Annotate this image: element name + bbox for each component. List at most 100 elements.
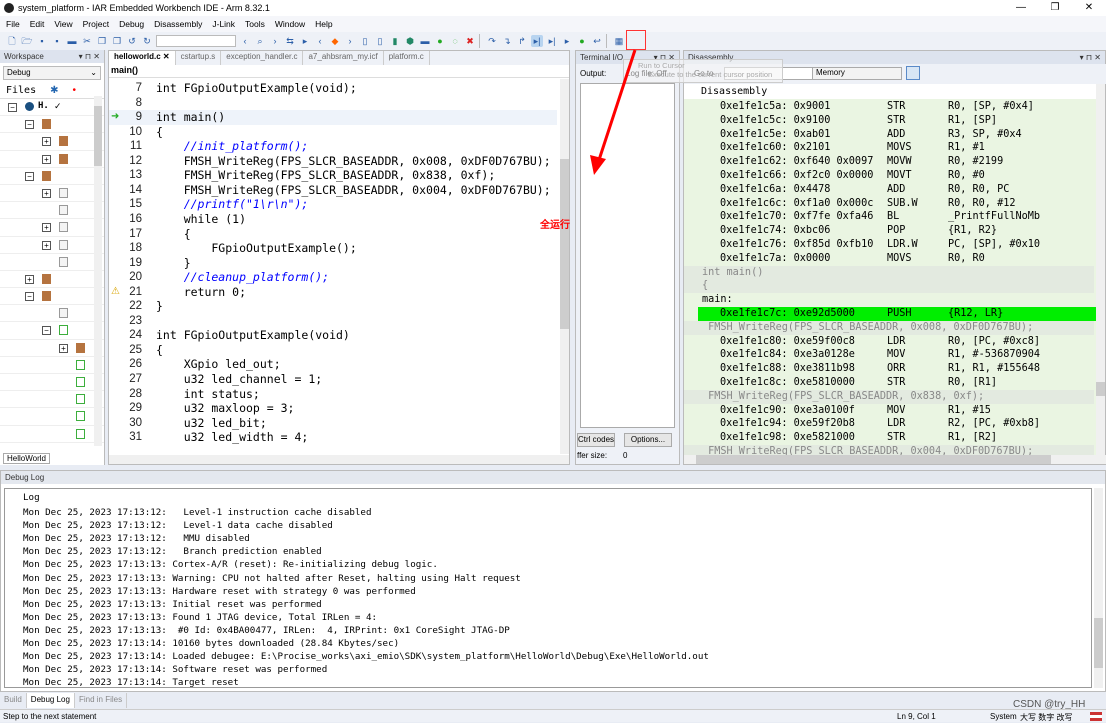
source-line[interactable]: { [684,279,1094,294]
expand-icon[interactable]: + [42,137,51,147]
code-line[interactable]: 26 XGpio led_out; [109,357,557,372]
step-out-icon[interactable]: ↱ [516,35,528,47]
stop-debug-icon[interactable]: ✖ [464,35,476,47]
go-icon[interactable]: ● [576,35,588,47]
tree-item[interactable] [0,254,104,271]
tree-item[interactable] [0,357,104,374]
expand-icon[interactable]: + [42,240,51,250]
config-select[interactable]: Debug ⌄ [3,66,101,80]
tree-item[interactable]: − [0,288,104,306]
tree-item[interactable] [0,202,104,220]
disasm-rows[interactable]: 0xe1fe1c5a: 0x9001 STR R0, [SP, #0x4] 0xe1f… [684,100,1097,455]
tree-item[interactable]: − [0,168,104,185]
code-line[interactable]: 21 return 0; ⚠ [109,285,557,300]
disasm-row[interactable]: 0xe1fe1c88: 0xe3811b98 ORR R1, R1, #155648 [684,362,1094,376]
step-over-icon[interactable]: ↷ [486,35,498,47]
ctrl-codes-button[interactable]: Ctrl codes [577,433,615,447]
tree-scrollbar[interactable] [94,96,102,446]
maximize-button[interactable]: ❐ [1038,0,1072,16]
step-instr-icon[interactable]: ▸| [546,35,558,47]
tree-item[interactable]: + [0,151,104,168]
collapse-icon[interactable]: − [25,171,34,181]
editor-hscrollbar[interactable] [109,455,569,464]
open-icon[interactable]: 🗁 [21,35,33,47]
disasm-row[interactable]: 0xe1fe1c62: 0xf640 0x0097 MOVW R0, #2199 [684,155,1094,169]
compile-icon[interactable]: ▮ [389,35,401,47]
close-tab-icon[interactable]: ✕ [161,52,170,61]
code-line[interactable]: 9 int main() ➜ [109,110,557,125]
disasm-row[interactable]: 0xe1fe1c74: 0xbc06 POP {R1, R2} [684,224,1094,238]
break-icon[interactable]: ↩ [591,35,603,47]
panel-controls-icon[interactable]: ▾ ⊓ ✕ [1080,53,1101,62]
disasm-options-icon[interactable] [906,66,920,80]
bookmark-icon[interactable]: ▸ [299,35,311,47]
code-line[interactable]: 11 //init_platform(); [109,139,557,154]
disasm-vscrollbar[interactable] [1096,84,1105,456]
label-line[interactable]: main: [684,293,1094,307]
menu-window[interactable]: Window [275,19,305,29]
find-icon[interactable]: ⌕ [254,35,266,47]
memory-select[interactable]: Memory [812,67,902,80]
code-line[interactable]: 19 } [109,256,557,271]
code-line[interactable]: 14 FMSH_WriteReg(FPS_SLCR_BASEADDR, 0x00… [109,183,557,198]
tree-item[interactable]: + [0,133,104,151]
prev-icon[interactable]: ‹ [314,35,326,47]
next-icon[interactable]: › [344,35,356,47]
source-line[interactable]: FMSH_WriteReg(FPS_SLCR_BASEADDR, 0x008, … [684,320,1094,335]
back-icon[interactable]: ‹ [239,35,251,47]
tree-item[interactable] [0,374,104,392]
collapse-icon[interactable]: − [25,292,34,302]
code-line[interactable]: 17 { [109,227,557,242]
cut-icon[interactable]: ✂ [81,35,93,47]
tree-item[interactable]: + [0,185,104,203]
doc-icon[interactable]: ▯ [359,35,371,47]
disasm-row[interactable]: 0xe1fe1c84: 0xe3a0128e MOV R1, #-536870904 [684,348,1094,362]
print-icon[interactable]: ▬ [66,35,78,47]
menu-debug[interactable]: Debug [119,19,144,29]
disasm-row[interactable]: 0xe1fe1c5e: 0xab01 ADD R3, SP, #0x4 [684,128,1094,142]
disasm-row[interactable]: 0xe1fe1c6c: 0xf1a0 0x000c SUB.W R0, R0, #1… [684,197,1094,211]
debug-download-icon[interactable]: ● [434,35,446,47]
disasm-row[interactable]: 0xe1fe1c90: 0xe3a0100f MOV R1, #15 [684,404,1094,418]
disasm-row[interactable]: 0xe1fe1c98: 0xe5821000 STR R1, [R2] [684,431,1094,445]
collapse-icon[interactable]: − [42,326,51,336]
code-line[interactable]: 27 u32 led_channel = 1; [109,372,557,387]
expand-icon[interactable]: + [42,223,51,233]
close-button[interactable]: ✕ [1072,0,1106,16]
forward-icon[interactable]: › [269,35,281,47]
gear-icon[interactable]: ✱ [50,85,58,96]
toggle-icon[interactable]: ⇆ [284,35,296,47]
code-line[interactable]: 8 [109,96,557,111]
copy-icon[interactable]: ❐ [96,35,108,47]
restart-icon[interactable]: ◌ [449,35,461,47]
menu-jlink[interactable]: J-Link [212,19,235,29]
tab-build[interactable]: Build [0,693,27,708]
collapse-icon[interactable]: − [8,103,17,112]
menu-view[interactable]: View [54,19,72,29]
code-line[interactable]: 18 FGpioOutputExample(); [109,241,557,256]
tab-find-in-files[interactable]: Find in Files [75,693,128,708]
next-statement-icon[interactable]: ▸| [531,35,543,47]
code-line[interactable]: 16 while (1) [109,212,557,227]
panel-controls-icon[interactable]: ▾ ⊓ ✕ [79,52,100,61]
tree-item[interactable]: + [0,271,104,289]
menu-disassembly[interactable]: Disassembly [154,19,202,29]
tab-helloworld-c[interactable]: helloworld.c ✕ [109,51,176,65]
options-button[interactable]: Options... [624,433,672,447]
function-bar[interactable]: main() [109,65,569,78]
code-line[interactable]: 24 int FGpioOutputExample(void) [109,328,557,343]
log-vscrollbar[interactable] [1094,488,1103,688]
code-line[interactable]: 20 //cleanup_platform(); [109,270,557,285]
tree-item[interactable] [0,305,104,323]
disasm-row[interactable]: 0xe1fe1c5a: 0x9001 STR R0, [SP, #0x4] [684,100,1094,114]
disasm-row[interactable]: 0xe1fe1c7a: 0x0000 MOVS R0, R0 [684,252,1094,266]
shield-icon[interactable]: ◆ [329,35,341,47]
disasm-row[interactable]: 0xe1fe1c60: 0x2101 MOVS R1, #1 [684,141,1094,155]
menu-help[interactable]: Help [315,19,332,29]
code-line[interactable]: 25 { [109,343,557,358]
tree-item[interactable]: + [0,340,104,357]
disasm-hscrollbar[interactable] [684,455,1106,464]
menu-file[interactable]: File [6,19,20,29]
code-line[interactable]: 10 { [109,125,557,140]
tree-item[interactable]: + [0,219,104,237]
